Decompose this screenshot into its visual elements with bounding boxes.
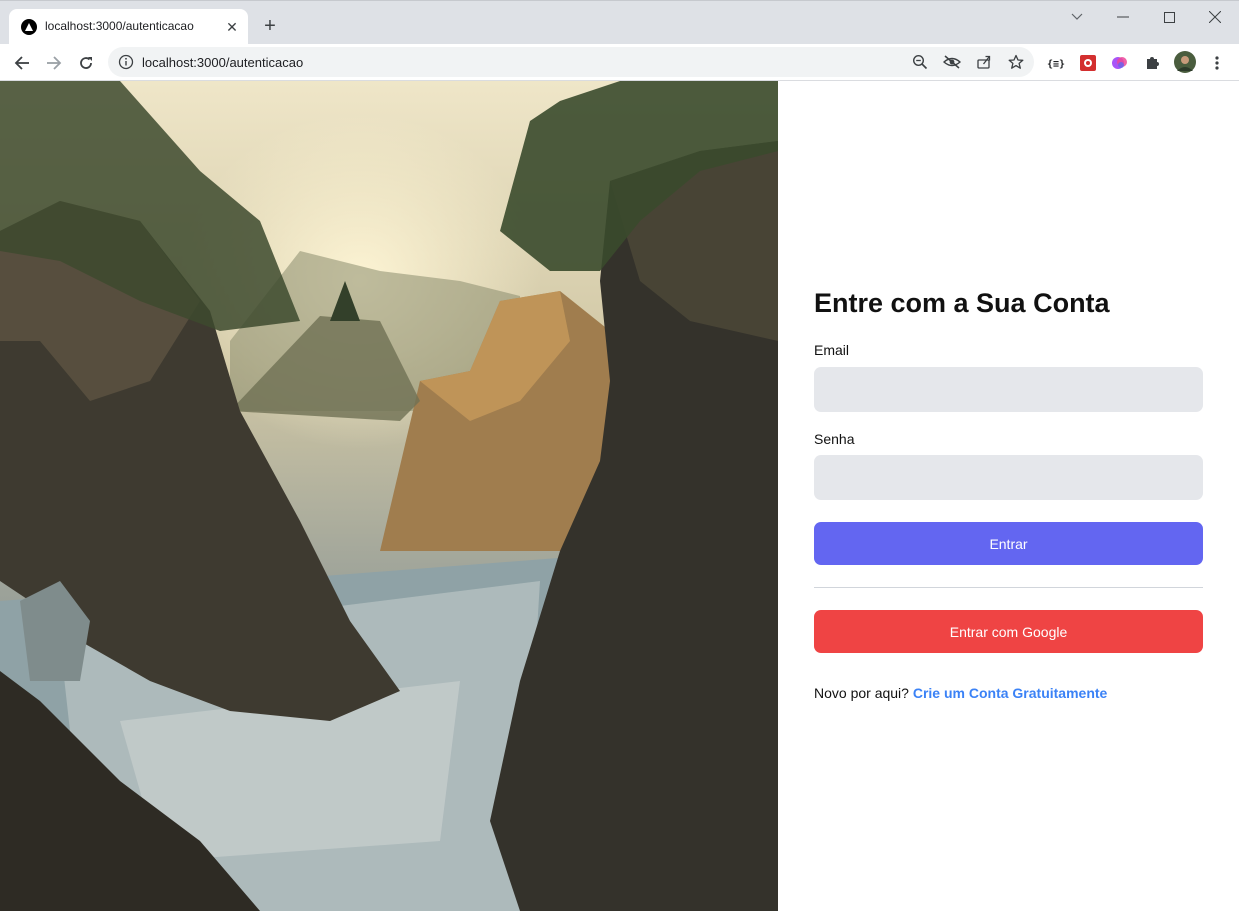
profile-avatar[interactable]: [1174, 51, 1196, 73]
password-label: Senha: [814, 431, 855, 447]
back-icon[interactable]: [9, 50, 35, 76]
email-field[interactable]: [814, 367, 1203, 412]
tab-strip: localhost:3000/autenticacao ✕ +: [0, 0, 1239, 45]
puzzle-extensions-icon[interactable]: [1142, 53, 1162, 73]
forward-icon[interactable]: [41, 50, 67, 76]
close-tab-icon[interactable]: ✕: [223, 18, 241, 36]
reload-icon[interactable]: [73, 50, 99, 76]
color-extension-icon[interactable]: [1110, 53, 1130, 73]
google-login-button[interactable]: Entrar com Google: [814, 610, 1203, 653]
page-title: Entre com a Sua Conta: [814, 288, 1110, 318]
close-window-icon[interactable]: [1192, 1, 1238, 33]
signup-prompt-text: Novo por aqui?: [814, 685, 909, 701]
eye-off-icon[interactable]: [942, 52, 962, 72]
nextjs-favicon-icon: [21, 19, 37, 35]
login-panel: Entre com a Sua Conta Email Senha Entrar…: [778, 81, 1239, 911]
coastal-rocks-image: [0, 81, 778, 911]
browser-tab[interactable]: localhost:3000/autenticacao ✕: [9, 9, 248, 45]
json-extension-icon[interactable]: {≡}: [1046, 53, 1066, 73]
signup-link[interactable]: Crie um Conta Gratuitamente: [913, 685, 1107, 701]
zoom-icon[interactable]: [910, 52, 930, 72]
menu-dots-icon[interactable]: [1207, 53, 1227, 73]
share-icon[interactable]: [974, 52, 994, 72]
login-button[interactable]: Entrar: [814, 522, 1203, 565]
tab-title: localhost:3000/autenticacao: [45, 19, 194, 33]
password-field[interactable]: [814, 455, 1203, 500]
red-extension-icon[interactable]: [1078, 53, 1098, 73]
svg-text:{≡}: {≡}: [1047, 59, 1065, 70]
signup-prompt: Novo por aqui? Crie um Conta Gratuitamen…: [814, 685, 1107, 701]
divider: [814, 587, 1203, 588]
tab-search-icon[interactable]: [1054, 1, 1100, 33]
email-label: Email: [814, 342, 850, 358]
bookmark-star-icon[interactable]: [1006, 52, 1026, 72]
new-tab-button[interactable]: +: [259, 15, 281, 37]
url-text: localhost:3000/autenticacao: [142, 55, 304, 70]
browser-toolbar: localhost:3000/autenticacao {≡}: [0, 44, 1239, 81]
minimize-icon[interactable]: [1100, 1, 1146, 33]
maximize-icon[interactable]: [1146, 1, 1192, 33]
address-bar[interactable]: localhost:3000/autenticacao: [108, 47, 1034, 77]
site-info-icon[interactable]: [118, 54, 134, 75]
